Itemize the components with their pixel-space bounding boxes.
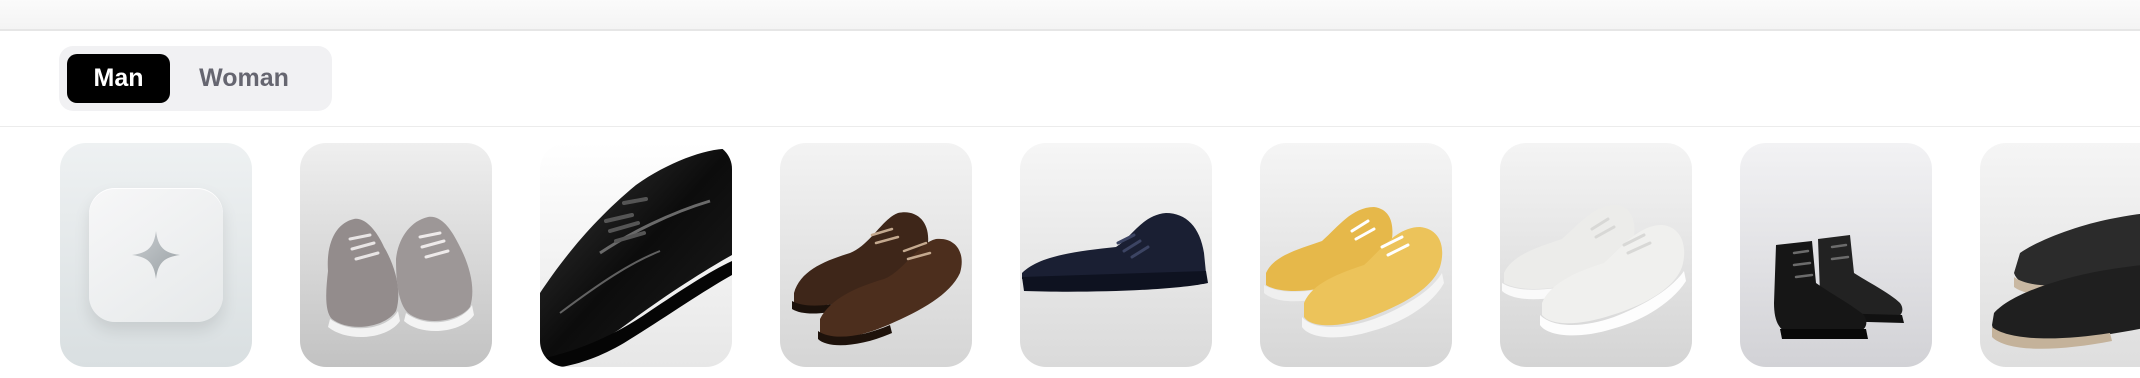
brown-derby-pair-image: [780, 143, 972, 367]
product-card-black-derby[interactable]: [540, 143, 732, 367]
product-card-white-sneakers[interactable]: [1500, 143, 1692, 367]
toggle-woman-button[interactable]: Woman: [170, 54, 318, 103]
black-lace-up-boot-pair-image: [1740, 143, 1932, 367]
product-card-grey-sneakers[interactable]: [300, 143, 492, 367]
sparkle-icon: [132, 231, 180, 279]
product-card-strip: [0, 143, 2140, 367]
ai-generate-tile: [89, 188, 223, 322]
yellow-wool-sneaker-pair-image: [1260, 143, 1452, 367]
white-sneaker-pair-image: [1500, 143, 1692, 367]
black-suede-loafer-pair-image: [1980, 143, 2140, 367]
black-patent-derby-image: [540, 143, 732, 367]
browser-top-bar: [0, 0, 2140, 31]
ai-generate-card[interactable]: [60, 143, 252, 367]
toggle-man-button[interactable]: Man: [67, 54, 170, 103]
section-divider: [0, 126, 2140, 127]
navy-low-top-sneaker-image: [1020, 143, 1212, 367]
product-card-navy-sneaker[interactable]: [1020, 143, 1212, 367]
product-card-black-loafers[interactable]: [1980, 143, 2140, 367]
grey-suede-sneaker-pair-image: [300, 143, 492, 367]
product-card-yellow-sneakers[interactable]: [1260, 143, 1452, 367]
product-card-brown-derby[interactable]: [780, 143, 972, 367]
gender-toggle: Man Woman: [59, 46, 332, 111]
product-card-black-boots[interactable]: [1740, 143, 1932, 367]
